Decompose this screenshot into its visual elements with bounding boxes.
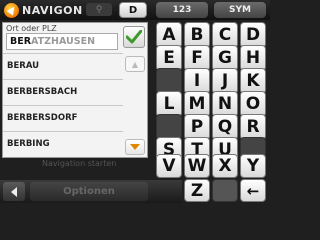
back-arrow-icon — [11, 186, 17, 197]
chevron-up-icon: ▲ — [131, 59, 139, 69]
back-button[interactable] — [3, 182, 25, 201]
symbols-keyboard-button[interactable]: SYM — [214, 2, 266, 18]
list-item[interactable]: BERBING — [3, 131, 123, 157]
checkmark-icon — [126, 30, 142, 44]
results-list: BERAU BERBERSBACH BERBERSDORF BERBING — [3, 53, 123, 157]
options-button[interactable]: Optionen — [30, 182, 148, 201]
key-x[interactable]: X — [212, 154, 238, 178]
scroll-down-button[interactable] — [125, 139, 145, 155]
brand-name: NAVIGON — [22, 3, 83, 17]
key-z[interactable]: Z — [184, 179, 210, 202]
key-y[interactable]: Y — [240, 154, 266, 178]
scrollbar[interactable]: ▲ — [125, 53, 145, 157]
navigon-logo-icon — [4, 2, 19, 18]
numbers-keyboard-button[interactable]: 123 — [156, 2, 208, 18]
list-item[interactable]: BERBERSDORF — [3, 105, 123, 131]
confirm-button[interactable] — [123, 26, 145, 48]
backspace-key[interactable]: ← — [240, 179, 266, 202]
autocomplete-suggestion: ATZHAUSEN — [31, 36, 96, 47]
space-key[interactable] — [212, 179, 238, 202]
key-v[interactable]: V — [156, 154, 182, 178]
search-icon: ⚲ — [86, 3, 112, 16]
typed-text: BER — [10, 36, 32, 47]
country-button[interactable]: D — [119, 2, 147, 18]
scroll-up-button[interactable]: ▲ — [125, 56, 145, 72]
list-item[interactable]: BERAU — [3, 53, 123, 79]
chevron-down-icon — [130, 144, 140, 150]
search-field-label: Ort oder PLZ — [6, 24, 57, 33]
key-w[interactable]: W — [184, 154, 210, 178]
navigation-start-hint: Navigation starten — [42, 159, 117, 168]
search-input[interactable]: BERATZHAUSEN — [6, 33, 118, 50]
navigon-logo: NAVIGON — [4, 2, 83, 18]
search-panel: Ort oder PLZ BERATZHAUSEN BERAU BERBERSB… — [2, 22, 148, 158]
list-item[interactable]: BERBERSBACH — [3, 79, 123, 105]
